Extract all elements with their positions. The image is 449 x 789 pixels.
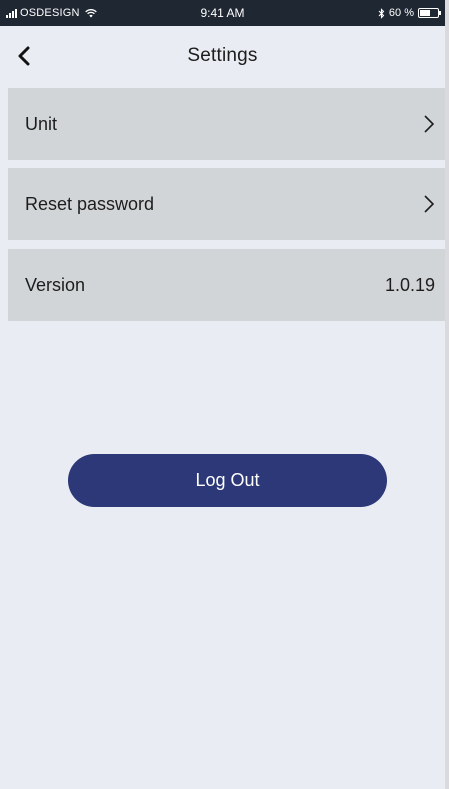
settings-item-reset-password[interactable]: Reset password [8, 168, 445, 240]
settings-item-version: Version 1.0.19 [8, 249, 445, 321]
wifi-icon [84, 8, 97, 17]
chevron-right-icon [424, 115, 435, 133]
page-title: Settings [187, 45, 258, 66]
battery-fill [420, 10, 431, 16]
settings-item-label: Reset password [25, 193, 155, 214]
back-button[interactable] [10, 42, 38, 70]
nav-bar: Settings [0, 26, 445, 86]
status-time: 9:41 AM [200, 6, 245, 20]
settings-item-unit[interactable]: Unit [8, 88, 445, 160]
carrier-name: OSDESIGN [20, 7, 80, 19]
bluetooth-icon [378, 7, 385, 19]
status-bar: OSDESIGN 9:41 AM 60 % [0, 0, 445, 26]
status-left: OSDESIGN [6, 7, 97, 19]
battery-percent: 60 % [388, 7, 414, 19]
battery-icon [418, 8, 441, 18]
chevron-left-icon [18, 46, 30, 66]
logout-button[interactable]: Log Out [68, 454, 387, 507]
version-value: 1.0.19 [384, 274, 435, 295]
settings-item-label: Version [25, 274, 86, 295]
app-screen: OSDESIGN 9:41 AM 60 % Settings Unit Rese… [0, 0, 445, 789]
status-right: 60 % [378, 7, 441, 19]
chevron-right-icon [424, 195, 435, 213]
signal-icon [6, 8, 17, 18]
settings-item-label: Unit [25, 113, 58, 134]
